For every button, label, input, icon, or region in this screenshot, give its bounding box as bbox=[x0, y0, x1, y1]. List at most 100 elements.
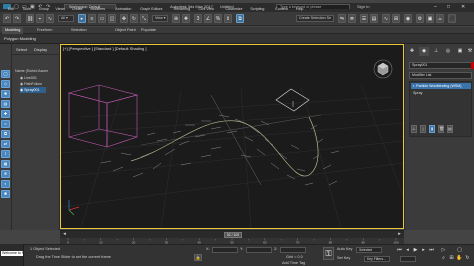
display-shapes-icon[interactable]: ◇ bbox=[1, 80, 10, 88]
display-xrefs-icon[interactable]: ⇄ bbox=[1, 140, 10, 148]
set-key-button[interactable]: Set Key bbox=[337, 256, 350, 261]
angle-snap-icon[interactable]: ∠ bbox=[204, 14, 212, 23]
edit-named-sets-icon[interactable]: ⧉ bbox=[236, 14, 244, 23]
material-editor-icon[interactable]: ◉ bbox=[404, 14, 412, 23]
render-setup-icon[interactable]: ⚙ bbox=[416, 14, 424, 23]
motion-tab-icon[interactable]: ◎ bbox=[443, 47, 453, 56]
object-name-field[interactable]: Spray001 bbox=[409, 62, 472, 69]
select-by-name-icon[interactable]: ≡ bbox=[88, 14, 96, 23]
tab-modeling[interactable]: Modeling bbox=[2, 27, 24, 34]
mirror-icon[interactable]: ⇋ bbox=[338, 14, 346, 23]
display-spacewarps-icon[interactable]: ≈ bbox=[1, 120, 10, 128]
play-icon[interactable]: ▶ bbox=[412, 247, 419, 254]
unlink-icon[interactable]: ⌁ bbox=[36, 14, 44, 23]
rect-select-icon[interactable]: ▭ bbox=[98, 14, 106, 23]
schematic-view-icon[interactable]: ⊞ bbox=[392, 14, 400, 23]
hierarchy-tab-icon[interactable]: ⊥ bbox=[431, 47, 441, 56]
move-icon[interactable]: ✥ bbox=[120, 14, 128, 23]
rendered-frame-icon[interactable]: ▣ bbox=[426, 14, 434, 23]
create-tab-icon[interactable]: ✚ bbox=[407, 47, 417, 56]
menu-item-create[interactable]: Create bbox=[72, 7, 83, 11]
set-key-icon[interactable]: ⚿ bbox=[323, 247, 334, 260]
redo-button[interactable]: ↷ bbox=[13, 14, 21, 23]
menu-item-modifiers[interactable]: Modifiers bbox=[91, 7, 106, 11]
key-mode-dropdown[interactable]: Selected bbox=[356, 247, 382, 253]
display-containers-icon[interactable]: ▦ bbox=[1, 160, 10, 168]
field-of-view-icon[interactable]: ▷ bbox=[440, 247, 447, 254]
menu-item-animation[interactable]: Animation bbox=[115, 7, 131, 11]
menu-item-views[interactable]: Views bbox=[55, 7, 65, 11]
tab-freeform[interactable]: Freeform bbox=[34, 27, 55, 34]
create-selection-set-dropdown[interactable]: Create Selection Se bbox=[296, 15, 334, 22]
polygon-modeling-label[interactable]: Polygon Modeling bbox=[4, 35, 36, 43]
modifier-list-dropdown[interactable]: Modifier List bbox=[409, 72, 472, 79]
go-to-end-icon[interactable]: ⏭ bbox=[428, 247, 435, 254]
display-all-icon[interactable]: ✱ bbox=[1, 190, 10, 198]
selection-filter-dropdown[interactable]: All ▾ bbox=[58, 15, 74, 22]
manipulate-icon[interactable]: ✚ bbox=[182, 14, 190, 23]
display-bones-icon[interactable]: ⌇ bbox=[1, 150, 10, 158]
menu-item-tools[interactable]: Tools bbox=[22, 7, 30, 11]
zoom-icon[interactable]: ⌕ bbox=[440, 255, 447, 262]
add-time-tag[interactable]: Add Time Tag bbox=[282, 261, 305, 266]
menu-item-content[interactable]: Content bbox=[275, 7, 288, 11]
display-geometry-icon[interactable]: ◯ bbox=[1, 70, 10, 78]
make-unique-icon[interactable]: ▮ bbox=[429, 125, 435, 133]
prev-key-icon[interactable]: ◂ bbox=[404, 247, 411, 254]
configure-sets-icon[interactable]: ▤ bbox=[447, 125, 453, 133]
key-filters-button[interactable]: Key Filters... bbox=[364, 256, 390, 262]
curve-editor-icon[interactable]: ∿ bbox=[382, 14, 390, 23]
spinner-snap-icon[interactable]: ⇕ bbox=[224, 14, 232, 23]
stack-item-wordbinding[interactable]: ◐ Particle Wordbinding (WSM) bbox=[411, 83, 471, 89]
orbit-icon[interactable]: ↻ bbox=[464, 255, 471, 262]
remove-modifier-icon[interactable]: 🗑 bbox=[438, 125, 444, 133]
graphite-toggle-icon[interactable]: ▤ bbox=[370, 14, 378, 23]
render-icon[interactable]: ☕ bbox=[436, 14, 444, 23]
next-frame-icon[interactable]: ▸ bbox=[396, 231, 403, 238]
display-lights-icon[interactable]: ✸ bbox=[1, 90, 10, 98]
pin-stack-icon[interactable]: ⊥ bbox=[411, 125, 417, 133]
tab-object-paint[interactable]: Object Paint bbox=[112, 27, 139, 34]
menu-item-graph-editors[interactable]: Graph Editors bbox=[140, 7, 162, 11]
y-coordinate-field[interactable] bbox=[246, 247, 272, 253]
percent-snap-icon[interactable]: % bbox=[214, 14, 222, 23]
display-hidden-icon[interactable]: ◐ bbox=[1, 180, 10, 188]
display-groups-icon[interactable]: ⧉ bbox=[1, 130, 10, 138]
align-icon[interactable]: ≣ bbox=[348, 14, 356, 23]
utilities-tab-icon[interactable]: ⚒ bbox=[465, 47, 474, 56]
tab-populate[interactable]: Populate bbox=[138, 27, 159, 34]
link-icon[interactable]: ⛓ bbox=[26, 14, 34, 23]
display-cameras-icon[interactable]: ▤ bbox=[1, 100, 10, 108]
pan-icon[interactable]: ✋ bbox=[456, 255, 463, 262]
show-end-result-icon[interactable]: | bbox=[420, 125, 426, 133]
display-helpers-icon[interactable]: ✚ bbox=[1, 110, 10, 118]
menu-item-civil-view[interactable]: Civil View bbox=[199, 7, 215, 11]
rotate-icon[interactable]: ↻ bbox=[130, 14, 138, 23]
menu-item-customize[interactable]: Customize bbox=[226, 7, 243, 11]
tab-select[interactable]: Select bbox=[16, 46, 27, 53]
stack-item-spray[interactable]: Spray bbox=[411, 90, 471, 96]
select-object-icon[interactable]: ▸ bbox=[78, 14, 86, 23]
maximize-viewport-icon[interactable]: ▢ bbox=[456, 247, 463, 254]
snap-icon[interactable]: 3 bbox=[194, 14, 202, 23]
layer-explorer-icon[interactable]: ☰ bbox=[360, 14, 368, 23]
auto-key-button[interactable]: Auto Key bbox=[337, 247, 352, 252]
menu-item-edit[interactable]: Edit bbox=[8, 7, 14, 11]
tab-selection[interactable]: Selection bbox=[68, 27, 90, 34]
pivot-icon[interactable]: ⊕ bbox=[172, 14, 180, 23]
go-to-start-icon[interactable]: ⏮ bbox=[396, 247, 403, 254]
x-coordinate-field[interactable] bbox=[212, 247, 238, 253]
modify-tab-icon[interactable]: ◆ bbox=[419, 47, 429, 56]
time-slider[interactable]: ◂ 52 / 100 ▸ bbox=[60, 230, 404, 238]
scale-icon[interactable]: ⤡ bbox=[140, 14, 148, 23]
bind-icon[interactable]: ∿ bbox=[46, 14, 54, 23]
tab-display[interactable]: Display bbox=[34, 46, 47, 53]
render-production-icon[interactable]: ⬛ bbox=[448, 14, 456, 23]
window-crossing-icon[interactable]: ◫ bbox=[108, 14, 116, 23]
display-frozen-icon[interactable]: ❄ bbox=[1, 170, 10, 178]
zoom-all-icon[interactable]: ⊞ bbox=[448, 255, 455, 262]
next-key-icon[interactable]: ▸ bbox=[420, 247, 427, 254]
reference-coord-dropdown[interactable]: View ▾ bbox=[152, 15, 168, 22]
maxscript-input[interactable]: Welcome to M bbox=[1, 251, 23, 256]
sort-column-header[interactable]: Name (Sorted Ascen bbox=[15, 69, 48, 74]
